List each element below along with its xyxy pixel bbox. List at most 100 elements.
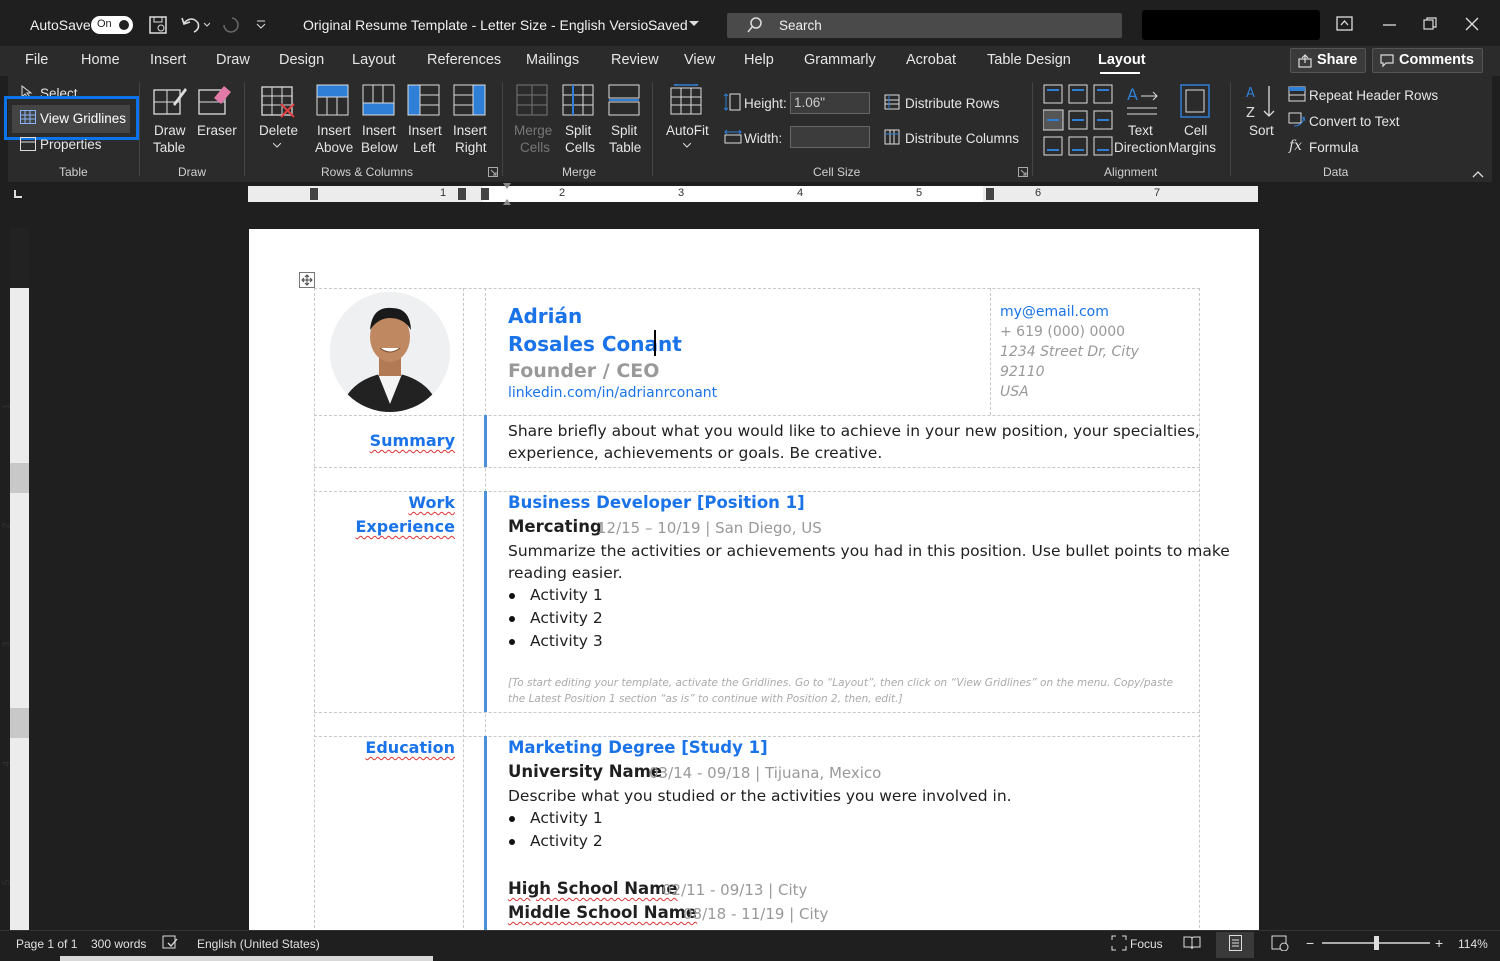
tab-layout[interactable]: Layout: [352, 52, 396, 68]
education-description[interactable]: Describe what you studied or the activit…: [508, 787, 1012, 805]
linkedin-link[interactable]: linkedin.com/in/adrianrconant: [508, 385, 717, 401]
autosave-toggle[interactable]: On: [91, 16, 133, 34]
university-details[interactable]: 03/14 - 09/18 | Tijuana, Mexico: [649, 764, 881, 782]
comments-button[interactable]: Comments: [1372, 48, 1483, 73]
close-icon[interactable]: [1465, 17, 1479, 31]
redo-icon[interactable]: [220, 15, 242, 35]
share-button[interactable]: Share: [1290, 48, 1367, 73]
middle-school-details[interactable]: 08/18 - 11/19 | City: [683, 905, 828, 923]
delete-dropdown-icon[interactable]: [273, 143, 281, 149]
tab-mailings[interactable]: Mailings: [526, 52, 579, 68]
zip-code[interactable]: 92110: [1000, 364, 1045, 380]
sort-icon[interactable]: AZ: [1245, 84, 1279, 120]
zoom-out-button[interactable]: −: [1306, 935, 1314, 951]
draw-table-icon[interactable]: [153, 84, 187, 116]
summary-text-line-2[interactable]: experience, achievements or goals. Be cr…: [508, 444, 882, 462]
indent-marker-icon[interactable]: [502, 183, 512, 207]
job-dates[interactable]: 12/15 – 10/19 | San Diego, US: [597, 519, 822, 537]
word-count[interactable]: 300 words: [91, 937, 146, 951]
tab-acrobat[interactable]: Acrobat: [906, 52, 956, 68]
list-item[interactable]: Activity 2: [530, 609, 603, 627]
tab-table-design[interactable]: Table Design: [987, 52, 1071, 68]
address[interactable]: 1234 Street Dr, City: [1000, 344, 1139, 360]
job-title[interactable]: Founder / CEO: [508, 360, 659, 382]
high-school-name[interactable]: High School Name: [508, 879, 678, 898]
document-page[interactable]: Adrián Rosales Conant Founder / CEO link…: [249, 229, 1259, 930]
list-item[interactable]: Activity 3: [530, 632, 603, 650]
proofing-icon[interactable]: [162, 935, 178, 951]
summary-text[interactable]: Share briefly about what you would like …: [508, 422, 1200, 440]
zoom-level[interactable]: 114%: [1458, 937, 1488, 951]
tab-file[interactable]: File: [25, 52, 48, 68]
tab-home[interactable]: Home: [81, 52, 120, 68]
web-layout-icon[interactable]: [1271, 935, 1289, 951]
high-school-details[interactable]: 02/11 - 09/13 | City: [662, 881, 807, 899]
job-description[interactable]: Summarize the activities or achievements…: [508, 542, 1230, 560]
company-name[interactable]: Mercating: [508, 517, 602, 536]
convert-to-text-button[interactable]: Convert to Text: [1309, 113, 1400, 130]
page-count[interactable]: Page 1 of 1: [16, 937, 77, 951]
properties-button[interactable]: Properties: [40, 136, 102, 153]
ribbon-display-icon[interactable]: [1336, 16, 1354, 32]
template-note-line-2[interactable]: the Latest Position 1 section “as is” to…: [508, 693, 903, 705]
column-marker[interactable]: [458, 188, 466, 200]
list-item[interactable]: Activity 2: [530, 832, 603, 850]
tab-insert[interactable]: Insert: [150, 52, 186, 68]
align-grid-icon[interactable]: [1043, 84, 1113, 156]
vertical-ruler[interactable]: [10, 228, 29, 930]
collapse-ribbon-icon[interactable]: [1472, 170, 1484, 178]
row-marker[interactable]: [10, 708, 29, 738]
split-table-icon[interactable]: [608, 84, 642, 116]
work-heading[interactable]: Work: [408, 493, 455, 512]
tab-review[interactable]: Review: [611, 52, 659, 68]
autofit-dropdown-icon[interactable]: [683, 143, 691, 149]
restore-icon[interactable]: [1423, 17, 1437, 31]
avatar[interactable]: [330, 292, 450, 412]
email-link[interactable]: my@email.com: [1000, 304, 1109, 320]
insert-left-icon[interactable]: [407, 84, 441, 116]
tab-table-layout[interactable]: Layout: [1098, 52, 1146, 68]
list-item[interactable]: Activity 1: [530, 809, 603, 827]
tab-design[interactable]: Design: [279, 52, 324, 68]
undo-icon[interactable]: [180, 15, 210, 35]
degree-title[interactable]: Marketing Degree [Study 1]: [508, 738, 768, 757]
zoom-slider-thumb[interactable]: [1373, 936, 1379, 950]
read-mode-icon[interactable]: [1183, 935, 1201, 950]
experience-heading[interactable]: Experience: [355, 517, 455, 536]
language[interactable]: English (United States): [197, 937, 320, 951]
row-marker[interactable]: [10, 463, 29, 493]
education-heading[interactable]: Education: [365, 738, 455, 757]
zoom-in-button[interactable]: +: [1435, 935, 1443, 951]
template-note[interactable]: [To start editing your template, activat…: [508, 677, 1173, 689]
dialog-launcher-icon[interactable]: [488, 167, 498, 177]
distribute-rows-button[interactable]: Distribute Rows: [905, 95, 1000, 112]
tab-references[interactable]: References: [427, 52, 501, 68]
save-status[interactable]: Saved: [648, 17, 688, 33]
document-title[interactable]: Original Resume Template - Letter Size -…: [303, 17, 660, 33]
eraser-icon[interactable]: [198, 84, 232, 116]
tab-selector-icon[interactable]: [13, 189, 23, 199]
tab-grammarly[interactable]: Grammarly: [804, 52, 876, 68]
tab-view[interactable]: View: [684, 52, 715, 68]
phone[interactable]: + 619 (000) 0000: [1000, 324, 1125, 340]
width-input[interactable]: [790, 126, 870, 148]
cell-margins-icon[interactable]: [1180, 84, 1210, 118]
split-cells-icon[interactable]: [562, 84, 596, 116]
position-title[interactable]: Business Developer [Position 1]: [508, 493, 805, 512]
insert-above-icon[interactable]: [316, 84, 350, 116]
search-box[interactable]: Search: [727, 13, 1122, 38]
repeat-header-rows-button[interactable]: Repeat Header Rows: [1309, 87, 1438, 104]
formula-button[interactable]: Formula: [1309, 139, 1359, 156]
customize-toolbar-icon[interactable]: [255, 20, 267, 30]
country[interactable]: USA: [1000, 384, 1029, 400]
tab-draw[interactable]: Draw: [216, 52, 250, 68]
insert-below-icon[interactable]: [362, 84, 396, 116]
height-input[interactable]: 1.06": [790, 92, 870, 114]
autofit-icon[interactable]: [670, 84, 704, 116]
first-name[interactable]: Adrián: [508, 304, 582, 328]
tab-help[interactable]: Help: [744, 52, 774, 68]
column-marker[interactable]: [310, 188, 318, 200]
minimize-icon[interactable]: [1383, 24, 1397, 26]
focus-button[interactable]: Focus: [1130, 937, 1163, 951]
dialog-launcher-icon[interactable]: [1018, 167, 1028, 177]
